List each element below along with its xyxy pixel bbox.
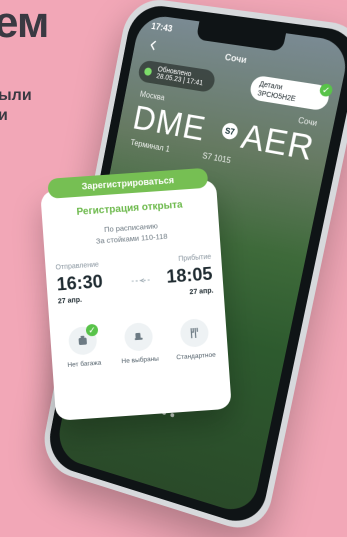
checkin-status: Регистрация открыта (76, 199, 183, 218)
check-icon: ✓ (318, 82, 334, 98)
arrival-time: 18:05 (165, 263, 214, 287)
departure-label: Отправление (55, 261, 100, 272)
pager-dot (170, 412, 175, 418)
phone-notch (195, 21, 287, 52)
flight-number: S7 1015 (201, 151, 232, 166)
checkin-card: Зарегистрироваться Регистрация открыта П… (40, 167, 232, 421)
checkin-button[interactable]: Зарегистрироваться (47, 167, 209, 199)
update-texts: Обновлено 28.05.23 | 17:41 (156, 66, 205, 87)
online-dot-icon (143, 67, 153, 77)
seat-icon (123, 321, 154, 352)
baggage-icon: ✓ (67, 323, 99, 356)
arrival-date: 27 апр. (189, 287, 214, 297)
meal-icon (179, 318, 210, 348)
meal-option[interactable]: Стандартное (172, 318, 220, 375)
seat-label: Не выбраны (121, 355, 160, 366)
ad-headline: ем (0, 0, 49, 47)
baggage-label: Нет багажа (67, 359, 102, 369)
airline-logo-icon: S7 (220, 121, 240, 141)
ad-subtext-line-2: и (0, 107, 8, 124)
departure-date: 27 апр. (57, 296, 83, 306)
plane-icon (131, 278, 150, 283)
details-button[interactable]: Детали ЗРСЮ5Н2Е ✓ (248, 74, 334, 112)
ad-subtext-line-1: ыли (0, 87, 32, 104)
seat-option[interactable]: Не выбраны (116, 321, 164, 378)
meal-label: Стандартное (176, 351, 217, 362)
departure-time: 16:30 (56, 271, 104, 295)
arrival-label: Прибытие (178, 253, 212, 263)
status-time: 17:43 (150, 20, 174, 34)
check-icon: ✓ (85, 323, 99, 337)
baggage-option[interactable]: ✓ Нет багажа (60, 323, 108, 382)
update-status-pill: Обновлено 28.05.23 | 17:41 (136, 59, 217, 94)
